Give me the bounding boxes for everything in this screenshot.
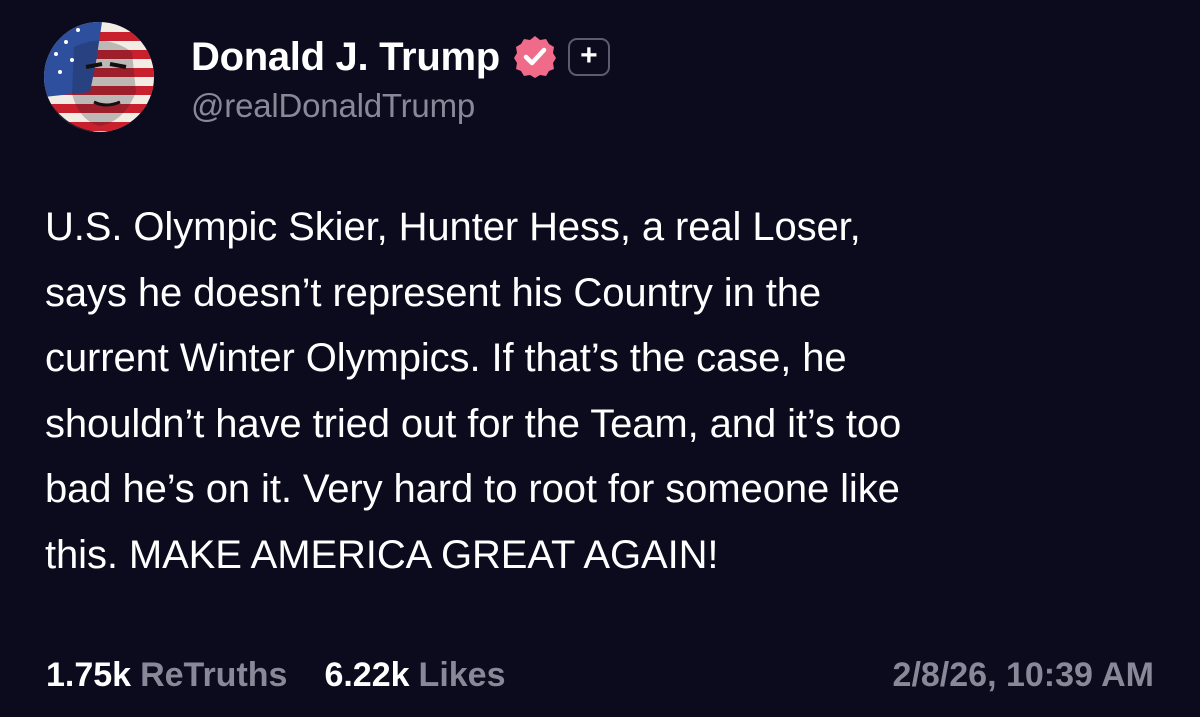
retruths-stat[interactable]: 1.75k ReTruths — [46, 656, 287, 695]
author-identity: Donald J. Trump + @realDonaldTrump — [191, 33, 610, 125]
name-row: Donald J. Trump + — [191, 33, 610, 81]
likes-label: Likes — [418, 656, 506, 694]
post-body-line: this. MAKE AMERICA GREAT AGAIN! — [45, 532, 719, 577]
retruths-count: 1.75k — [46, 656, 132, 694]
post-timestamp[interactable]: 2/8/26, 10:39 AM — [893, 656, 1154, 695]
avatar-image — [44, 22, 154, 132]
post-body-line: current Winter Olympics. If that’s the c… — [45, 336, 847, 380]
likes-count: 6.22k — [324, 656, 410, 694]
plus-badge: + — [567, 38, 610, 76]
truth-post: Donald J. Trump + @realDonaldTrump U.S. … — [0, 0, 1200, 717]
post-header: Donald J. Trump + @realDonaldTrump — [44, 22, 610, 132]
post-footer: 1.75k ReTruths 6.22k Likes 2/8/26, 10:39… — [46, 656, 1154, 695]
verified-badge-icon — [513, 36, 556, 78]
author-display-name[interactable]: Donald J. Trump — [191, 35, 500, 80]
post-body-line: says he doesn’t represent his Country in… — [45, 270, 822, 315]
post-body: U.S. Olympic Skier, Hunter Hess, a real … — [45, 195, 1175, 588]
author-handle[interactable]: @realDonaldTrump — [191, 87, 610, 125]
plus-badge-label: + — [580, 39, 598, 72]
post-body-line: U.S. Olympic Skier, Hunter Hess, a real … — [45, 205, 861, 249]
likes-stat[interactable]: 6.22k Likes — [324, 656, 505, 695]
post-body-line: shouldn’t have tried out for the Team, a… — [45, 401, 902, 446]
post-body-line: bad he’s on it. Very hard to root for so… — [45, 467, 900, 511]
retruths-label: ReTruths — [140, 656, 288, 694]
avatar[interactable] — [44, 22, 154, 132]
